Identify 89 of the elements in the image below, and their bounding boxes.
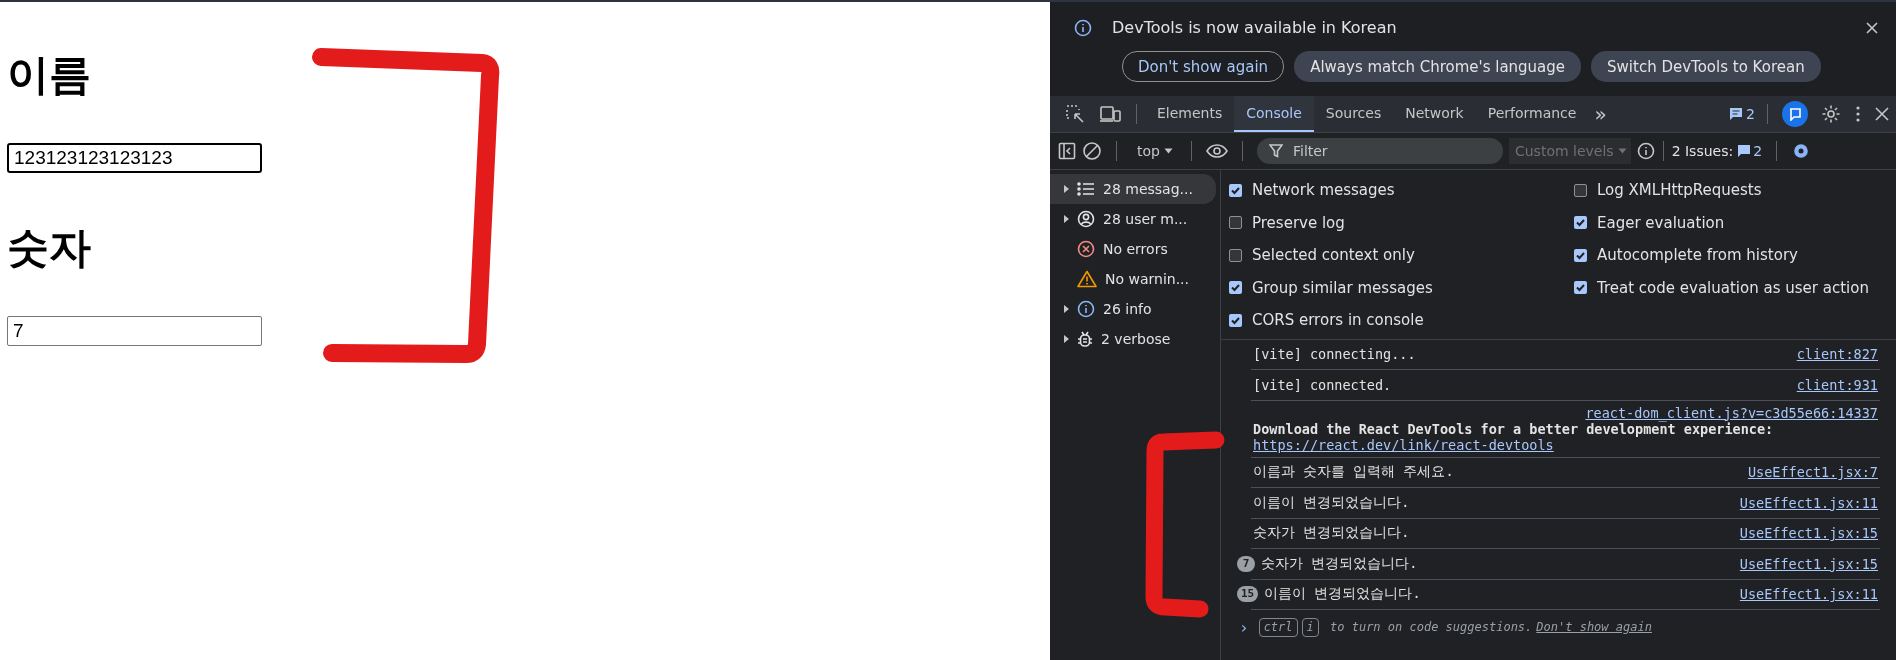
checkbox[interactable]	[1574, 183, 1587, 197]
key-cap: ctrl	[1258, 617, 1298, 637]
setting-checkbox[interactable]: Group similar messages	[1229, 271, 1574, 304]
sidebar-item[interactable]: 2 verbose	[1050, 324, 1216, 354]
info-icon[interactable]	[1636, 142, 1655, 160]
hint-text: to turn on code suggestions.	[1329, 620, 1533, 634]
console-message: 이름과 숫자를 입력해 주세요. UseEffect1.jsx:7	[1251, 457, 1880, 488]
message-icon	[1729, 107, 1744, 121]
message-icon	[1737, 144, 1752, 158]
devtools-link[interactable]: https://react.dev/link/react-devtools	[1253, 436, 1554, 453]
close-icon[interactable]	[1866, 21, 1878, 34]
checkbox[interactable]	[1574, 216, 1587, 230]
bug-icon	[1077, 330, 1093, 348]
prompt-glyph: ›	[1239, 617, 1249, 637]
infobar-button[interactable]: Don't show again	[1122, 51, 1285, 82]
repeat-count: 7	[1237, 555, 1255, 572]
console-message: 이름이 변경되었습니다. UseEffect1.jsx:11	[1251, 488, 1880, 519]
sidebar-toggle-icon[interactable]	[1058, 142, 1076, 160]
sidebar-item[interactable]: 28 user m...	[1050, 204, 1216, 234]
console-message: [vite] connecting... client:827	[1251, 339, 1880, 370]
devtools-tab[interactable]: Performance	[1475, 96, 1589, 132]
infobar-button[interactable]: Always match Chrome's language	[1294, 51, 1582, 82]
dismiss-link[interactable]: Don't show again	[1536, 620, 1652, 634]
check-icon	[1575, 282, 1586, 294]
setting-checkbox[interactable]: Preserve log	[1229, 206, 1574, 239]
context-dropdown[interactable]: top	[1131, 143, 1177, 159]
more-tabs-button[interactable]: »	[1588, 102, 1613, 126]
warning-icon	[1077, 270, 1097, 288]
field-heading: 이름	[7, 51, 91, 99]
devtools-tab[interactable]: Network	[1393, 96, 1476, 132]
text-input[interactable]: 123123123123123	[7, 143, 262, 173]
inspect-icon[interactable]	[1065, 104, 1085, 124]
checkbox[interactable]	[1574, 281, 1587, 295]
close-icon[interactable]	[1875, 107, 1889, 121]
expand-arrow-icon[interactable]	[1064, 305, 1069, 313]
clear-icon[interactable]	[1082, 141, 1102, 161]
field-heading: 숫자	[7, 224, 91, 272]
checkbox[interactable]	[1229, 313, 1242, 327]
device-icon[interactable]	[1099, 105, 1121, 123]
source-link[interactable]: react-dom_client.js?v=c3d55e66:14337	[1585, 404, 1878, 421]
sidebar-item[interactable]: 26 info	[1050, 294, 1216, 324]
check-icon	[1230, 282, 1241, 294]
devtools-tab[interactable]: Elements	[1145, 96, 1235, 132]
info-icon	[1077, 300, 1095, 318]
checkbox[interactable]	[1574, 248, 1587, 262]
checkbox[interactable]	[1229, 183, 1242, 197]
devtools-tab[interactable]: Sources	[1313, 96, 1394, 132]
key-cap: i	[1301, 617, 1319, 637]
assistant-button[interactable]	[1782, 101, 1808, 127]
text-input[interactable]: 7	[7, 316, 262, 346]
eye-icon[interactable]	[1205, 143, 1228, 159]
setting-checkbox[interactable]: Autocomplete from history	[1574, 239, 1896, 272]
issues-badge[interactable]: 2	[1729, 106, 1755, 122]
checkbox[interactable]	[1229, 281, 1242, 295]
sidebar-item[interactable]: 28 messag...	[1050, 174, 1216, 204]
user-icon	[1077, 210, 1095, 228]
setting-checkbox[interactable]: Network messages	[1229, 174, 1574, 207]
list-icon	[1077, 181, 1095, 197]
info-icon	[1074, 18, 1092, 37]
devtools-tab[interactable]: Console	[1234, 96, 1314, 132]
setting-checkbox[interactable]: CORS errors in console	[1229, 304, 1574, 337]
source-link[interactable]: client:931	[1796, 376, 1878, 393]
console-message: [vite] connected. client:931	[1251, 370, 1880, 401]
source-link[interactable]: UseEffect1.jsx:7	[1747, 464, 1878, 481]
error-icon	[1077, 240, 1095, 258]
infobar-button[interactable]: Switch DevTools to Korean	[1591, 51, 1821, 82]
source-link[interactable]: UseEffect1.jsx:15	[1739, 555, 1878, 572]
source-link[interactable]: UseEffect1.jsx:11	[1739, 586, 1878, 603]
check-icon	[1575, 217, 1586, 229]
source-link[interactable]: UseEffect1.jsx:11	[1739, 494, 1878, 511]
console-message: 숫자가 변경되었습니다. UseEffect1.jsx:15	[1251, 518, 1880, 549]
setting-checkbox[interactable]: Treat code evaluation as user action	[1574, 271, 1896, 304]
expand-arrow-icon[interactable]	[1064, 185, 1069, 193]
setting-checkbox[interactable]: Selected context only	[1229, 239, 1574, 272]
kebab-menu-icon[interactable]	[1855, 105, 1861, 123]
infobar-message: DevTools is now available in Korean	[1112, 18, 1398, 37]
expand-arrow-icon[interactable]	[1064, 335, 1069, 343]
filter-field[interactable]: Filter	[1256, 138, 1503, 164]
repeat-count: 15	[1237, 586, 1259, 603]
checkbox[interactable]	[1229, 216, 1242, 230]
source-link[interactable]: UseEffect1.jsx:15	[1739, 525, 1878, 542]
sidebar-item[interactable]: No warnin...	[1050, 264, 1216, 294]
sidebar-item[interactable]: No errors	[1050, 234, 1216, 264]
checkbox[interactable]	[1229, 248, 1242, 262]
issues-counter[interactable]: 2 Issues: 2	[1671, 143, 1763, 159]
setting-checkbox[interactable]: Eager evaluation	[1574, 206, 1896, 239]
setting-checkbox[interactable]: Log XMLHttpRequests	[1574, 174, 1896, 207]
source-link[interactable]: client:827	[1796, 346, 1878, 363]
expand-arrow-icon[interactable]	[1064, 215, 1069, 223]
